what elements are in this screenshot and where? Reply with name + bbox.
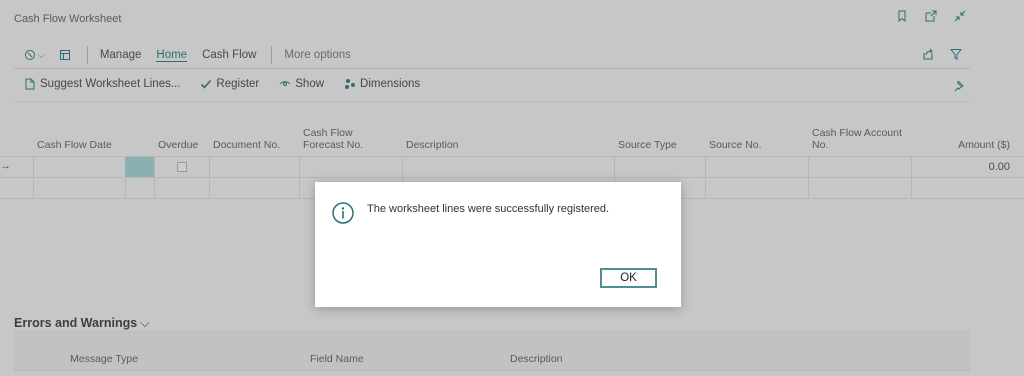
copilot-icon[interactable] bbox=[24, 49, 36, 61]
cell-divider bbox=[911, 178, 912, 198]
show-label: Show bbox=[295, 78, 325, 90]
cell-divider bbox=[33, 178, 34, 198]
register-label: Register bbox=[216, 78, 260, 90]
show-button[interactable]: Show bbox=[279, 78, 324, 90]
column-header-source-no[interactable]: Source No. bbox=[709, 139, 762, 151]
more-options-button[interactable]: More options bbox=[284, 49, 350, 61]
dimensions-icon bbox=[344, 78, 356, 90]
cell-divider bbox=[209, 178, 210, 198]
divider bbox=[86, 46, 88, 64]
grid-header: Cash Flow Date Overdue Document No. Cash… bbox=[0, 126, 1024, 156]
column-header-description[interactable]: Description bbox=[406, 139, 459, 151]
ok-button[interactable]: OK bbox=[600, 268, 657, 288]
dimensions-button[interactable]: Dimensions bbox=[344, 78, 420, 90]
column-header-cash-flow-forecast-no[interactable]: Cash Flow Forecast No. bbox=[303, 127, 393, 151]
info-icon bbox=[332, 202, 354, 224]
promoted-actions: Suggest Worksheet Lines... Register Show… bbox=[24, 78, 440, 90]
divider bbox=[14, 68, 970, 69]
divider bbox=[271, 46, 273, 64]
row-indicator-arrow-icon: → bbox=[0, 160, 11, 172]
column-header-cash-flow-date[interactable]: Cash Flow Date bbox=[37, 139, 112, 151]
cell-divider bbox=[705, 157, 706, 177]
message-dialog: The worksheet lines were successfully re… bbox=[315, 182, 681, 307]
cell-divider bbox=[402, 157, 403, 177]
cell-divider bbox=[911, 157, 912, 177]
column-header-cash-flow-account-no[interactable]: Cash Flow Account No. bbox=[812, 127, 902, 151]
cell-divider bbox=[299, 157, 300, 177]
filter-icon[interactable] bbox=[950, 48, 962, 60]
dimensions-label: Dimensions bbox=[360, 78, 421, 90]
suggest-worksheet-lines-button[interactable]: Suggest Worksheet Lines... bbox=[24, 78, 180, 90]
cell-divider bbox=[808, 157, 809, 177]
chevron-down-icon[interactable]: ⌵ bbox=[38, 50, 45, 61]
column-header-amount[interactable]: Amount ($) bbox=[958, 139, 1010, 151]
cell-divider bbox=[614, 157, 615, 177]
selected-cell[interactable] bbox=[125, 157, 154, 177]
title-icons bbox=[896, 10, 966, 22]
cell-divider bbox=[808, 178, 809, 198]
divider bbox=[14, 101, 970, 102]
collapse-icon[interactable] bbox=[954, 10, 966, 22]
column-header-field-name[interactable]: Field Name bbox=[310, 353, 364, 365]
column-header-overdue[interactable]: Overdue bbox=[158, 139, 198, 151]
menu-home[interactable]: Home bbox=[156, 49, 188, 62]
amount-cell[interactable]: 0.00 bbox=[989, 161, 1010, 173]
table-row[interactable]: → 0.00 bbox=[0, 156, 1024, 177]
share-icon[interactable] bbox=[922, 48, 934, 60]
column-header-description[interactable]: Description bbox=[510, 353, 563, 365]
cell-divider bbox=[209, 157, 210, 177]
column-header-message-type[interactable]: Message Type bbox=[70, 353, 138, 365]
cell-divider bbox=[125, 178, 126, 198]
check-icon bbox=[200, 78, 212, 90]
page-title: Cash Flow Worksheet bbox=[14, 13, 122, 25]
eye-icon bbox=[279, 78, 291, 90]
menu-manage[interactable]: Manage bbox=[100, 49, 142, 61]
list-view-icon[interactable] bbox=[59, 49, 71, 61]
cell-divider bbox=[299, 178, 300, 198]
suggest-worksheet-lines-label: Suggest Worksheet Lines... bbox=[40, 78, 181, 90]
open-new-window-icon[interactable] bbox=[925, 10, 937, 22]
action-bar: ⌵ Manage Home Cash Flow More options bbox=[14, 44, 970, 66]
dialog-message: The worksheet lines were successfully re… bbox=[367, 203, 610, 215]
errors-and-warnings-header[interactable]: Errors and Warnings ⌵ bbox=[14, 316, 150, 331]
register-button[interactable]: Register bbox=[200, 78, 259, 90]
overdue-checkbox[interactable] bbox=[177, 162, 187, 172]
pin-icon[interactable] bbox=[952, 80, 964, 92]
cell-divider bbox=[154, 157, 155, 177]
cell-divider bbox=[705, 178, 706, 198]
errors-and-warnings-title: Errors and Warnings bbox=[14, 316, 138, 330]
menu-cash-flow[interactable]: Cash Flow bbox=[202, 49, 256, 61]
column-header-source-type[interactable]: Source Type bbox=[618, 139, 677, 151]
column-header-document-no[interactable]: Document No. bbox=[213, 139, 280, 151]
suggest-icon bbox=[24, 78, 36, 90]
actionbar-right bbox=[922, 48, 962, 60]
bookmark-icon[interactable] bbox=[896, 10, 908, 22]
errors-grid-header: Message Type Field Name Description bbox=[14, 330, 970, 371]
chevron-down-icon: ⌵ bbox=[140, 316, 150, 330]
cell-divider bbox=[154, 178, 155, 198]
cell-divider bbox=[33, 157, 34, 177]
